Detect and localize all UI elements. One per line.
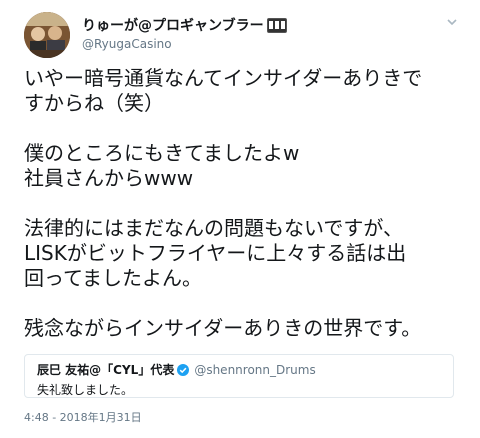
verified-badge-icon: [177, 363, 190, 376]
tweet-card: りゅーが@プロギャンブラー @RyugaCasino いやー暗号通貨なんてインサ…: [0, 0, 480, 438]
tweet-body: いやー暗号通貨なんてインサイダーありきで すからね（笑） 僕のところにもきてまし…: [24, 66, 464, 366]
quoted-author-handle: @shennronn_Drums: [194, 362, 316, 377]
quoted-tweet-text: 失礼致しました。: [37, 383, 134, 397]
author-avatar[interactable]: [24, 12, 70, 58]
author-display-name[interactable]: りゅーが@プロギャンブラー: [82, 15, 287, 35]
quoted-tweet[interactable]: 辰巳 友祐@「CYL」代表 @shennronn_Drums 失礼致しました。: [24, 354, 454, 398]
tweet-paragraph: 法律的にはまだなんの問題もないですが、 LISKがビットフライヤーに上々する話は…: [24, 216, 407, 290]
quoted-tweet-header: 辰巳 友祐@「CYL」代表 @shennronn_Drums: [37, 361, 441, 378]
tweet-timestamp[interactable]: 4:48 - 2018年1月31日: [24, 409, 142, 425]
quoted-author-name: 辰巳 友祐@「CYL」代表: [37, 363, 175, 377]
tweet-paragraph: いやー暗号通貨なんてインサイダーありきで すからね（笑）: [24, 66, 423, 115]
tweet-paragraph: 残念ながらインサイダーありきの世界です。: [24, 316, 422, 340]
tweet-paragraph: 僕のところにもきてましたよw 社員さんからwww: [24, 141, 300, 190]
author-handle[interactable]: @RyugaCasino: [82, 37, 172, 51]
chevron-down-icon[interactable]: [446, 16, 458, 28]
author-name-text[interactable]: りゅーが@プロギャンブラー: [82, 15, 264, 35]
user-avatar-icon: [24, 12, 70, 58]
slot-machine-icon: [266, 17, 287, 33]
